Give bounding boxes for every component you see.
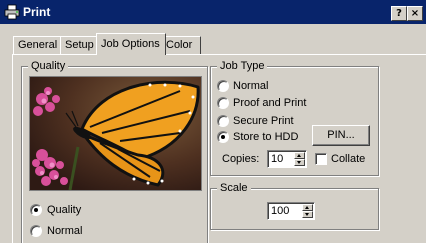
job-type-normal-label[interactable]: Normal: [233, 80, 268, 93]
tab-general[interactable]: General: [13, 36, 64, 54]
tab-job-options[interactable]: Job Options: [96, 33, 166, 55]
quality-radio[interactable]: [30, 204, 42, 216]
job-type-secure-print-radio[interactable]: [217, 115, 229, 127]
job-type-proof-and-print-radio[interactable]: [217, 97, 229, 109]
title-bar[interactable]: Print ? ×: [0, 0, 426, 24]
job-type-store-to-hdd-radio[interactable]: [217, 131, 229, 143]
copies-up-arrow-icon[interactable]: [294, 152, 305, 159]
window-title: Print: [23, 5, 51, 19]
printer-icon: [4, 4, 20, 20]
normal-quality-radio-label[interactable]: Normal: [47, 225, 82, 238]
collate-checkbox[interactable]: [315, 153, 327, 165]
quality-preview-image: [29, 76, 202, 191]
quality-group-legend: Quality: [28, 59, 69, 73]
job-type-secure-print-label[interactable]: Secure Print: [233, 115, 294, 128]
job-type-normal-radio[interactable]: [217, 80, 229, 92]
butterfly-picture: [30, 77, 201, 190]
normal-quality-radio[interactable]: [30, 225, 42, 237]
tab-color[interactable]: Color: [161, 36, 201, 54]
scale-up-arrow-icon[interactable]: [302, 204, 313, 211]
tab-setup[interactable]: Setup: [60, 36, 101, 54]
scale-group-legend: Scale: [217, 181, 251, 195]
job-type-store-to-hdd-label[interactable]: Store to HDD: [233, 131, 298, 144]
copies-spinner[interactable]: 10: [267, 150, 307, 168]
help-button[interactable]: ?: [391, 6, 407, 21]
print-dialog: Print ? × General Setup Job Options Colo…: [0, 0, 426, 243]
collate-label[interactable]: Collate: [331, 153, 365, 166]
job-type-group-legend: Job Type: [217, 59, 268, 73]
copies-down-arrow-icon[interactable]: [294, 159, 305, 166]
scale-down-arrow-icon[interactable]: [302, 211, 313, 218]
scale-value[interactable]: 100: [271, 205, 289, 217]
copies-value[interactable]: 10: [271, 153, 283, 165]
copies-label: Copies:: [222, 153, 260, 165]
pin-button[interactable]: PIN...: [312, 125, 370, 146]
close-button[interactable]: ×: [407, 6, 423, 21]
job-type-proof-and-print-label[interactable]: Proof and Print: [233, 97, 306, 110]
quality-radio-label[interactable]: Quality: [47, 204, 81, 217]
scale-spinner[interactable]: 100: [267, 202, 315, 220]
